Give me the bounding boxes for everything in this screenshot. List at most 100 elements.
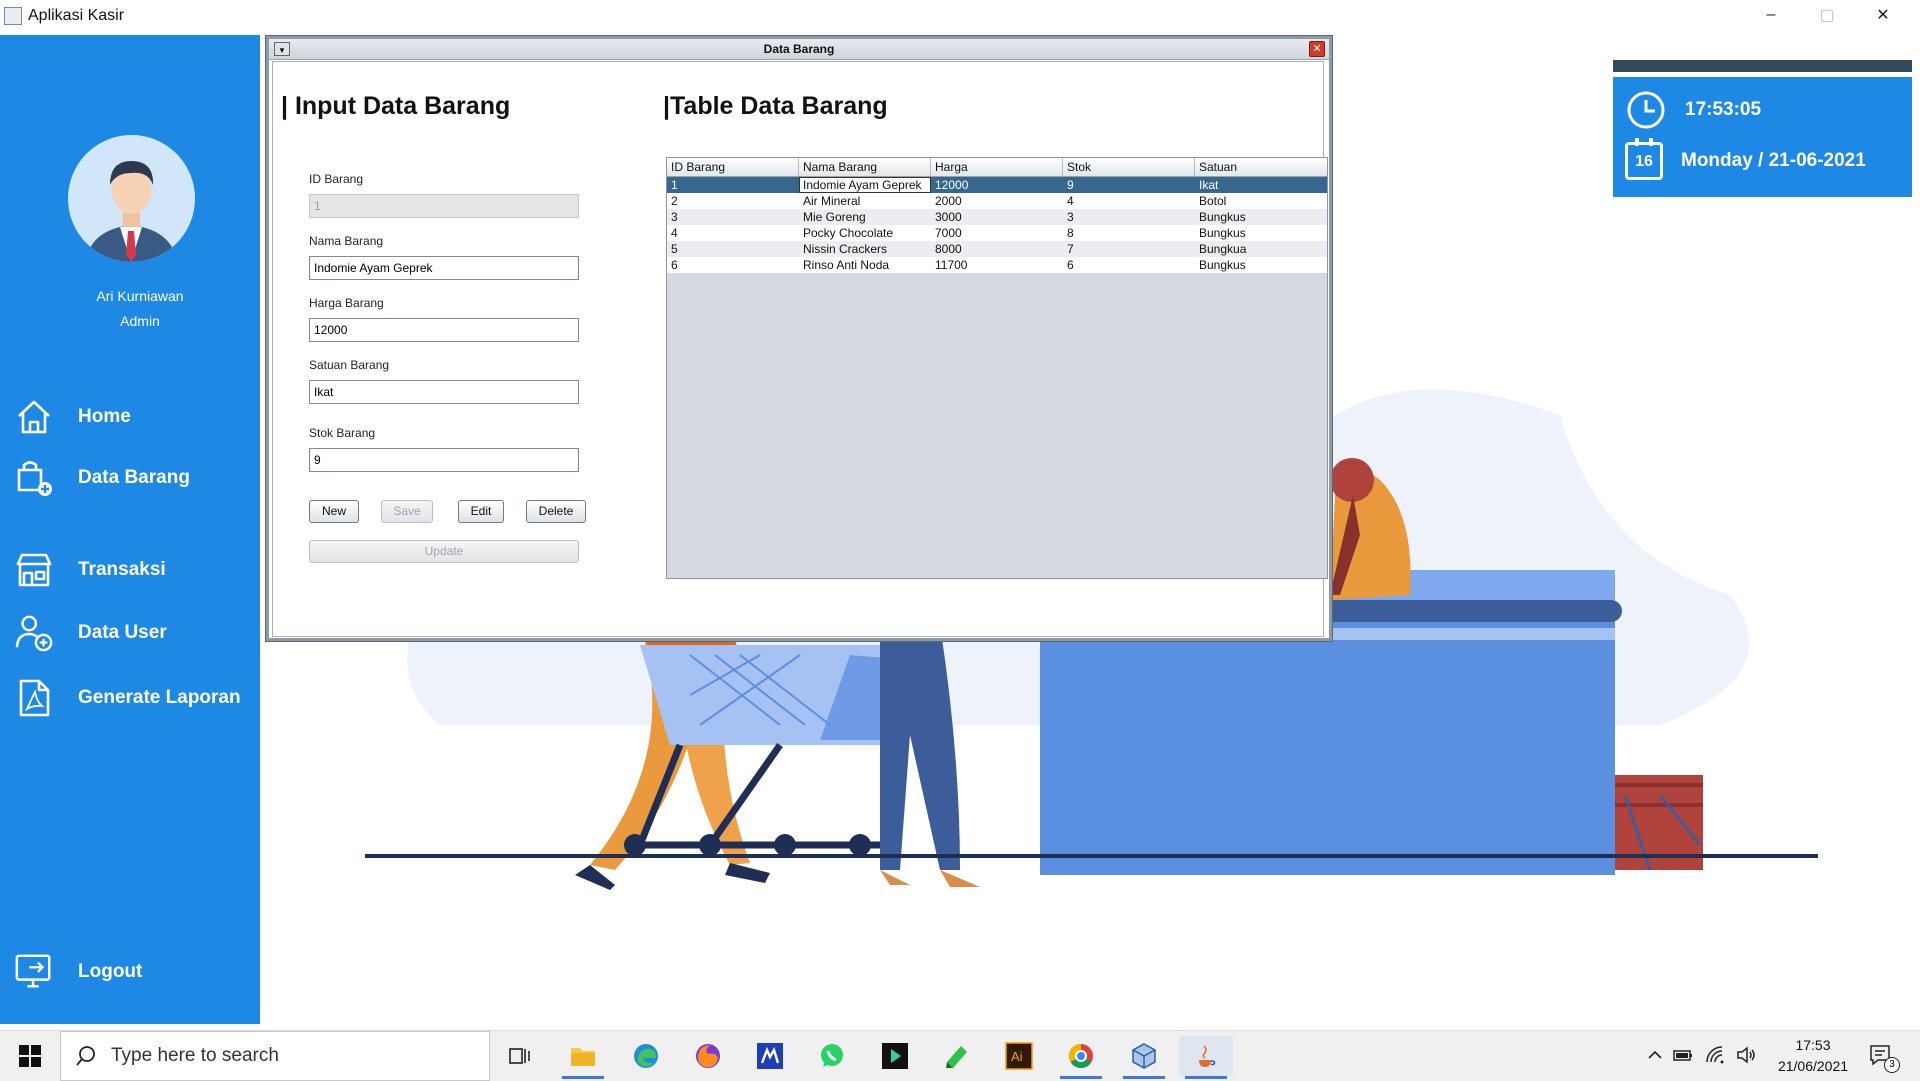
table-cell[interactable]: Air Mineral bbox=[799, 193, 931, 209]
app-green-icon[interactable] bbox=[930, 1036, 984, 1076]
table-cell[interactable]: Bungkus bbox=[1195, 209, 1327, 225]
battery-icon[interactable] bbox=[1672, 1045, 1694, 1065]
calendar-icon: 16 bbox=[1625, 138, 1663, 180]
app-m-icon[interactable] bbox=[743, 1036, 797, 1076]
window-titlebar: Aplikasi Kasir – ▢ ✕ bbox=[0, 0, 1920, 35]
table-cell[interactable]: 4 bbox=[667, 225, 799, 241]
table-cell[interactable]: 3 bbox=[1063, 209, 1195, 225]
current-date: Monday / 21-06-2021 bbox=[1681, 150, 1866, 171]
frame-menu-icon[interactable]: ▾ bbox=[274, 42, 290, 56]
clock-icon bbox=[1627, 91, 1665, 129]
table-row[interactable]: 3 Mie Goreng 3000 3 Bungkus bbox=[667, 209, 1327, 225]
table-cell[interactable]: 3 bbox=[667, 209, 799, 225]
system-clock[interactable]: 17:53 21/06/2021 bbox=[1758, 1035, 1868, 1077]
virtualbox-icon[interactable] bbox=[1117, 1036, 1171, 1079]
table-cell[interactable]: 4 bbox=[1063, 193, 1195, 209]
table-cell[interactable]: Botol bbox=[1195, 193, 1327, 209]
sidebar-item-label: Transaksi bbox=[78, 559, 166, 580]
table-cell[interactable]: 5 bbox=[667, 241, 799, 257]
file-explorer-icon[interactable] bbox=[556, 1036, 610, 1079]
column-header[interactable]: ID Barang bbox=[667, 158, 799, 176]
box-add-icon bbox=[14, 458, 54, 498]
logout-button[interactable]: Logout bbox=[14, 950, 142, 994]
sidebar-item-label: Generate Laporan bbox=[78, 687, 241, 708]
task-view-icon[interactable] bbox=[493, 1036, 547, 1076]
table-cell[interactable]: 7 bbox=[1063, 241, 1195, 257]
table-cell[interactable]: Bungkus bbox=[1195, 257, 1327, 273]
nama-barang-field[interactable]: Indomie Ayam Geprek bbox=[309, 256, 579, 280]
volume-icon[interactable] bbox=[1735, 1045, 1757, 1065]
app-arrow-icon[interactable] bbox=[868, 1036, 922, 1076]
table-cell[interactable]: 11700 bbox=[931, 257, 1063, 273]
firefox-icon[interactable] bbox=[681, 1036, 735, 1076]
update-button[interactable]: Update bbox=[309, 540, 579, 563]
table-header: ID Barang Nama Barang Harga Stok Satuan bbox=[667, 158, 1327, 177]
new-button[interactable]: New bbox=[309, 500, 359, 523]
table-row[interactable]: 6 Rinso Anti Noda 11700 6 Bungkus bbox=[667, 257, 1327, 273]
table-cell[interactable]: Mie Goreng bbox=[799, 209, 931, 225]
table-cell[interactable]: 8 bbox=[1063, 225, 1195, 241]
table-cell[interactable]: Indomie Ayam Geprek bbox=[799, 177, 931, 193]
table-cell[interactable]: Ikat bbox=[1195, 177, 1327, 193]
sidebar-item-data-user[interactable]: Data User bbox=[14, 611, 167, 655]
sidebar-item-label: Home bbox=[78, 406, 131, 427]
java-icon[interactable] bbox=[1179, 1036, 1233, 1079]
save-button[interactable]: Save bbox=[381, 500, 433, 523]
window-title: Aplikasi Kasir bbox=[28, 7, 125, 24]
sidebar-item-data-barang[interactable]: Data Barang bbox=[14, 456, 190, 500]
table-cell[interactable]: Nissin Crackers bbox=[799, 241, 931, 257]
delete-button[interactable]: Delete bbox=[526, 500, 586, 523]
sidebar-item-transaksi[interactable]: Transaksi bbox=[14, 548, 166, 592]
column-header[interactable]: Harga bbox=[931, 158, 1063, 176]
notification-center-button[interactable]: 3 bbox=[1868, 1043, 1904, 1073]
sidebar: Ari Kurniawan Admin Home Data Barang Tra… bbox=[0, 35, 260, 1024]
column-header[interactable]: Satuan bbox=[1195, 158, 1327, 176]
maximize-button[interactable]: ▢ bbox=[1799, 0, 1855, 30]
id-barang-label: ID Barang bbox=[309, 172, 364, 186]
minimize-button[interactable]: – bbox=[1743, 0, 1799, 30]
frame-close-button[interactable]: ✕ bbox=[1309, 41, 1325, 57]
wifi-icon[interactable] bbox=[1705, 1045, 1727, 1065]
table-cell[interactable]: 12000 bbox=[931, 177, 1063, 193]
table-cell[interactable]: 7000 bbox=[931, 225, 1063, 241]
column-header[interactable]: Nama Barang bbox=[799, 158, 931, 176]
table-cell[interactable]: Bungkua bbox=[1195, 241, 1327, 257]
store-icon bbox=[14, 550, 54, 590]
table-cell[interactable]: 2 bbox=[667, 193, 799, 209]
table-cell[interactable]: 8000 bbox=[931, 241, 1063, 257]
table-section-title: |Table Data Barang bbox=[663, 92, 888, 120]
table-cell[interactable]: 9 bbox=[1063, 177, 1195, 193]
table-cell[interactable]: Rinso Anti Noda bbox=[799, 257, 931, 273]
table-row[interactable]: 5 Nissin Crackers 8000 7 Bungkua bbox=[667, 241, 1327, 257]
illustrator-icon[interactable]: Ai bbox=[992, 1036, 1046, 1076]
frame-titlebar: ▾ Data Barang ✕ bbox=[269, 39, 1329, 60]
start-button[interactable] bbox=[0, 1031, 60, 1081]
table-cell[interactable]: 6 bbox=[1063, 257, 1195, 273]
table-cell[interactable]: 3000 bbox=[931, 209, 1063, 225]
table-row[interactable]: 1 Indomie Ayam Geprek 12000 9 Ikat bbox=[667, 177, 1327, 193]
whatsapp-icon[interactable] bbox=[805, 1036, 859, 1076]
close-button[interactable]: ✕ bbox=[1855, 0, 1911, 30]
column-header[interactable]: Stok bbox=[1063, 158, 1195, 176]
table-cell[interactable]: 6 bbox=[667, 257, 799, 273]
stok-barang-field[interactable]: 9 bbox=[309, 448, 579, 472]
sidebar-item-generate-laporan[interactable]: Generate Laporan bbox=[14, 676, 241, 720]
id-barang-field: 1 bbox=[309, 194, 579, 218]
harga-barang-field[interactable]: 12000 bbox=[309, 318, 579, 342]
show-hidden-icons-chevron-icon[interactable] bbox=[1645, 1045, 1665, 1065]
data-barang-window: ▾ Data Barang ✕ | Input Data Barang |Tab… bbox=[266, 36, 1332, 641]
table-row[interactable]: 4 Pocky Chocolate 7000 8 Bungkus bbox=[667, 225, 1327, 241]
table-cell[interactable]: 1 bbox=[667, 177, 799, 193]
search-placeholder: Type here to search bbox=[111, 1045, 279, 1066]
table-cell[interactable]: 2000 bbox=[931, 193, 1063, 209]
logout-icon bbox=[14, 952, 54, 992]
sidebar-item-home[interactable]: Home bbox=[14, 395, 131, 439]
table-cell[interactable]: Bungkus bbox=[1195, 225, 1327, 241]
table-row[interactable]: 2 Air Mineral 2000 4 Botol bbox=[667, 193, 1327, 209]
table-cell[interactable]: Pocky Chocolate bbox=[799, 225, 931, 241]
edit-button[interactable]: Edit bbox=[458, 500, 504, 523]
taskbar-search[interactable]: Type here to search bbox=[60, 1031, 490, 1081]
satuan-barang-field[interactable]: Ikat bbox=[309, 380, 579, 404]
edge-icon[interactable] bbox=[619, 1036, 673, 1076]
chrome-icon[interactable] bbox=[1054, 1036, 1108, 1079]
